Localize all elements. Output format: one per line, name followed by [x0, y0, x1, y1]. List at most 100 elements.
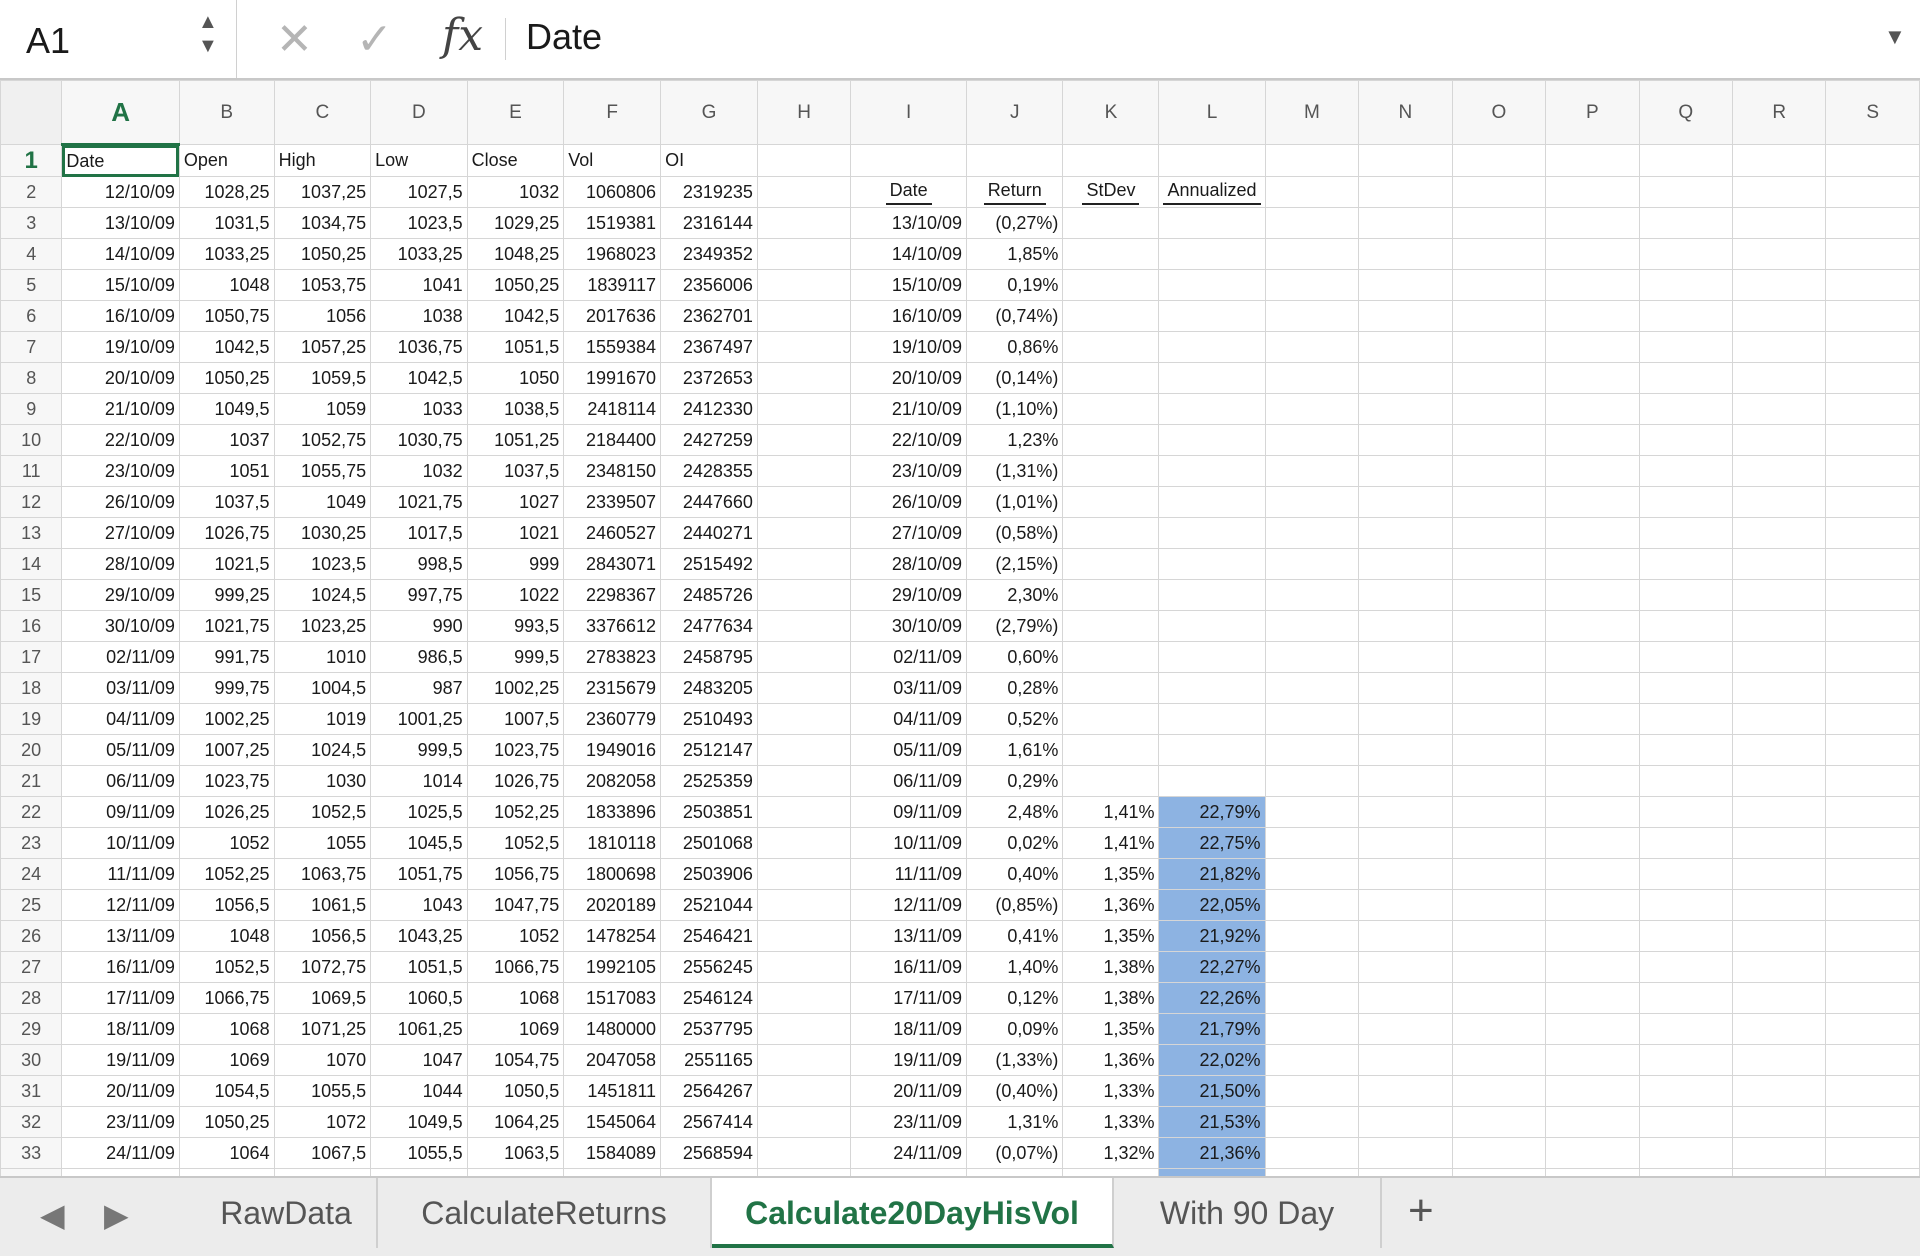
cell-s33[interactable] [1825, 1137, 1920, 1169]
cell-j26[interactable]: 0,41% [965, 920, 1064, 952]
cell-h33[interactable] [756, 1137, 852, 1169]
cell-a16[interactable]: 30/10/09 [61, 610, 180, 642]
row-header-28[interactable]: 28 [0, 982, 63, 1014]
cell-h24[interactable] [756, 858, 852, 890]
cell-m30[interactable] [1264, 1044, 1360, 1076]
cell-f14[interactable]: 2843071 [563, 548, 662, 580]
row-header-11[interactable]: 11 [0, 455, 63, 487]
cell-o14[interactable] [1451, 548, 1547, 580]
cell-o3[interactable] [1451, 207, 1547, 239]
cell-g27[interactable]: 2556245 [660, 951, 758, 983]
cell-c14[interactable]: 1023,5 [273, 548, 372, 580]
cell-n29[interactable] [1358, 1013, 1453, 1045]
cell-f21[interactable]: 2082058 [563, 765, 662, 797]
cell-i19[interactable]: 04/11/09 [850, 703, 967, 735]
row-header-27[interactable]: 27 [0, 951, 63, 983]
cell-c15[interactable]: 1024,5 [273, 579, 372, 611]
cell-b11[interactable]: 1051 [178, 455, 275, 487]
cell-l6[interactable] [1158, 300, 1266, 332]
cell-c1[interactable]: High [273, 144, 372, 177]
cell-k17[interactable] [1062, 641, 1160, 673]
cell-e16[interactable]: 993,5 [466, 610, 565, 642]
cell-r21[interactable] [1732, 765, 1827, 797]
cell-r31[interactable] [1732, 1075, 1827, 1107]
cell-i8[interactable]: 20/10/09 [850, 362, 967, 394]
cell-b14[interactable]: 1021,5 [178, 548, 275, 580]
row-header-31[interactable]: 31 [0, 1075, 63, 1107]
cell-p26[interactable] [1545, 920, 1640, 952]
cell-f16[interactable]: 3376612 [563, 610, 662, 642]
cell-q10[interactable] [1638, 424, 1734, 456]
cell-f17[interactable]: 2783823 [563, 641, 662, 673]
cell-e32[interactable]: 1064,25 [466, 1106, 565, 1138]
cell-k25[interactable]: 1,36% [1062, 889, 1160, 921]
cell-g15[interactable]: 2485726 [660, 579, 758, 611]
cell-k15[interactable] [1062, 579, 1160, 611]
cell-q4[interactable] [1638, 238, 1734, 270]
cell-j31[interactable]: (0,40%) [965, 1075, 1064, 1107]
cell-r18[interactable] [1732, 672, 1827, 704]
cell-r10[interactable] [1732, 424, 1827, 456]
cell-m8[interactable] [1264, 362, 1360, 394]
cell-e14[interactable]: 999 [466, 548, 565, 580]
cell-p27[interactable] [1545, 951, 1640, 983]
cell-k10[interactable] [1062, 424, 1160, 456]
cell-o9[interactable] [1451, 393, 1547, 425]
cell-l27[interactable]: 22,27% [1158, 951, 1266, 983]
cell-a8[interactable]: 20/10/09 [61, 362, 180, 394]
cell-q12[interactable] [1638, 486, 1734, 518]
cell-l34[interactable] [1158, 1168, 1266, 1176]
cell-p24[interactable] [1545, 858, 1640, 890]
cell-j15[interactable]: 2,30% [965, 579, 1064, 611]
cell-p13[interactable] [1545, 517, 1640, 549]
cell-r20[interactable] [1732, 734, 1827, 766]
cell-d34[interactable] [370, 1168, 468, 1176]
row-header-22[interactable]: 22 [0, 796, 63, 828]
cell-k8[interactable] [1062, 362, 1160, 394]
cell-g26[interactable]: 2546421 [660, 920, 758, 952]
cell-a34[interactable] [61, 1168, 180, 1176]
row-header-9[interactable]: 9 [0, 393, 63, 425]
cell-n30[interactable] [1358, 1044, 1453, 1076]
cell-q1[interactable] [1638, 144, 1734, 177]
cell-h32[interactable] [756, 1106, 852, 1138]
cell-g8[interactable]: 2372653 [660, 362, 758, 394]
cell-a27[interactable]: 16/11/09 [61, 951, 180, 983]
cell-m34[interactable] [1264, 1168, 1360, 1176]
row-header-21[interactable]: 21 [0, 765, 63, 797]
cell-j20[interactable]: 1,61% [965, 734, 1064, 766]
cell-g22[interactable]: 2503851 [660, 796, 758, 828]
cell-s25[interactable] [1825, 889, 1920, 921]
cell-b34[interactable] [178, 1168, 275, 1176]
cell-g25[interactable]: 2521044 [660, 889, 758, 921]
cell-j21[interactable]: 0,29% [965, 765, 1064, 797]
cell-s17[interactable] [1825, 641, 1920, 673]
cell-e3[interactable]: 1029,25 [466, 207, 565, 239]
cell-g19[interactable]: 2510493 [660, 703, 758, 735]
cell-i27[interactable]: 16/11/09 [850, 951, 967, 983]
cell-m28[interactable] [1264, 982, 1360, 1014]
cell-h4[interactable] [756, 238, 852, 270]
cell-c9[interactable]: 1059 [273, 393, 372, 425]
cell-e18[interactable]: 1002,25 [466, 672, 565, 704]
cell-d31[interactable]: 1044 [370, 1075, 468, 1107]
row-header-10[interactable]: 10 [0, 424, 63, 456]
row-header-16[interactable]: 16 [0, 610, 63, 642]
cell-d15[interactable]: 997,75 [370, 579, 468, 611]
cell-f15[interactable]: 2298367 [563, 579, 662, 611]
cell-a5[interactable]: 15/10/09 [61, 269, 180, 301]
cell-r15[interactable] [1732, 579, 1827, 611]
cell-j29[interactable]: 0,09% [965, 1013, 1064, 1045]
cell-n24[interactable] [1358, 858, 1453, 890]
cell-n19[interactable] [1358, 703, 1453, 735]
cell-h22[interactable] [756, 796, 852, 828]
cell-d30[interactable]: 1047 [370, 1044, 468, 1076]
cell-p14[interactable] [1545, 548, 1640, 580]
cell-f2[interactable]: 1060806 [563, 176, 662, 208]
column-header-c[interactable]: C [273, 80, 372, 145]
cell-q13[interactable] [1638, 517, 1734, 549]
cell-p20[interactable] [1545, 734, 1640, 766]
cell-m23[interactable] [1264, 827, 1360, 859]
cell-e21[interactable]: 1026,75 [466, 765, 565, 797]
cell-h26[interactable] [756, 920, 852, 952]
